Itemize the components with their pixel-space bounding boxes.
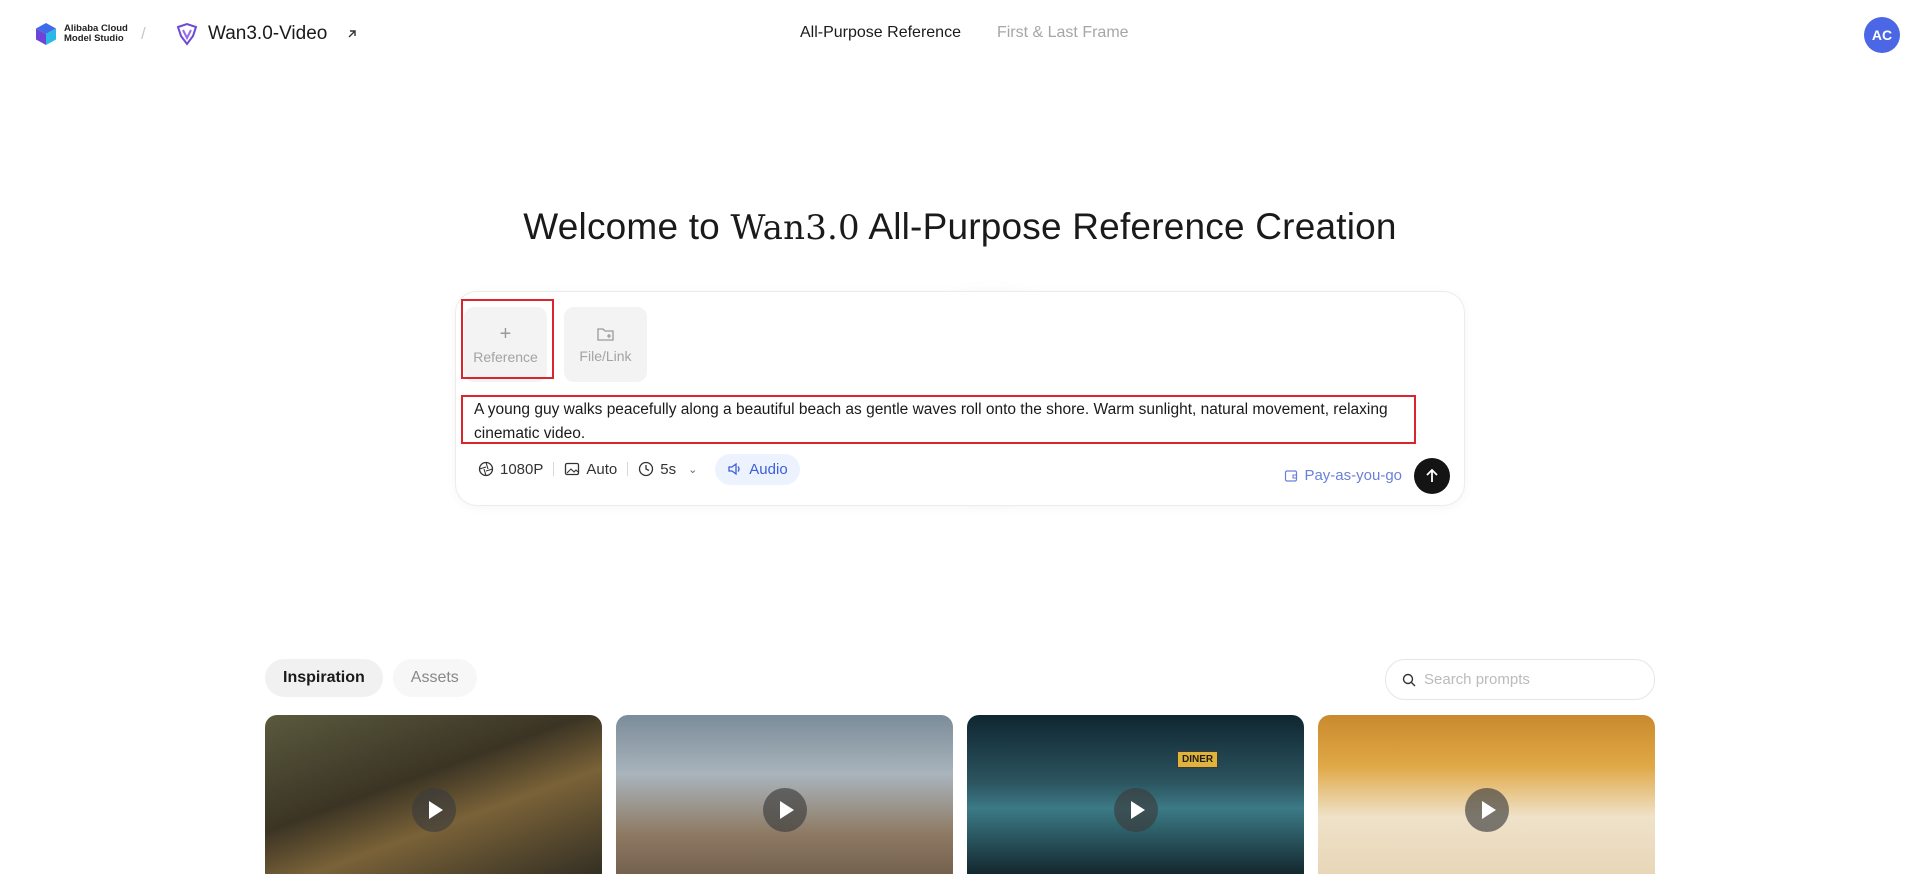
resolution-selector[interactable]: 1080P: [478, 461, 543, 478]
aperture-icon: [478, 461, 494, 477]
diner-sign: DINER: [1177, 751, 1219, 768]
play-icon[interactable]: [762, 788, 807, 832]
aspect-ratio-selector[interactable]: Auto: [564, 461, 617, 478]
page-title: Welcome to Wan3.0 All-Purpose Reference …: [0, 206, 1920, 248]
billing-mode[interactable]: Pay-as-you-go: [1284, 467, 1402, 484]
tab-assets[interactable]: Assets: [392, 659, 477, 697]
search-input[interactable]: [1424, 671, 1644, 688]
speaker-icon: [728, 462, 740, 476]
play-icon[interactable]: [1113, 788, 1158, 832]
product-name: Wan3.0-Video: [208, 23, 328, 44]
chevron-down-icon: ⌄: [688, 463, 698, 476]
top-header: Alibaba Cloud Model Studio / Wan3.0-Vide…: [0, 0, 1920, 70]
video-thumbnail[interactable]: [616, 715, 953, 874]
play-icon[interactable]: [411, 788, 456, 832]
highlight-prompt-box: [461, 395, 1416, 444]
prompt-card: + Reference File/Link A young guy walks …: [455, 291, 1465, 506]
resolution-value: 1080P: [500, 460, 544, 478]
avatar[interactable]: AC: [1864, 17, 1900, 53]
divider: [627, 462, 629, 476]
send-button[interactable]: [1414, 458, 1450, 494]
brand-label: Alibaba Cloud Model Studio: [64, 23, 128, 44]
audio-label: Audio: [749, 460, 788, 478]
tab-first-last-frame[interactable]: First & Last Frame: [997, 24, 1129, 42]
brand[interactable]: Alibaba Cloud Model Studio: [34, 22, 134, 46]
arrow-up-icon: [1426, 468, 1438, 482]
tab-inspiration[interactable]: Inspiration: [265, 659, 383, 697]
tab-all-purpose-reference[interactable]: All-Purpose Reference: [800, 24, 961, 42]
external-link-icon[interactable]: [345, 27, 359, 41]
audio-toggle[interactable]: Audio: [715, 453, 800, 485]
video-thumbnail[interactable]: DINER: [967, 715, 1304, 874]
image-icon: [565, 462, 580, 476]
wan-logo-icon: [176, 22, 198, 46]
wallet-icon: [1285, 469, 1298, 482]
play-icon[interactable]: [1464, 788, 1509, 832]
content-tabs: Inspiration Assets: [265, 659, 477, 697]
title-suffix: All-Purpose Reference Creation: [859, 206, 1397, 247]
generation-controls: 1080P Auto 5s ⌄ Audio: [478, 453, 800, 485]
product-title: Wan3.0-Video: [175, 22, 359, 46]
file-link-button[interactable]: File/Link: [564, 307, 647, 382]
video-thumbnail[interactable]: [1318, 715, 1655, 874]
alibaba-cloud-logo-icon: [36, 23, 56, 45]
inspiration-gallery: DINER: [265, 715, 1655, 874]
title-prefix: Welcome to: [523, 206, 731, 247]
duration-selector[interactable]: 5s ⌄: [638, 461, 697, 478]
title-model-name: Wan3.0: [730, 208, 860, 248]
divider: [553, 462, 555, 476]
search-box[interactable]: [1385, 659, 1655, 700]
search-icon: [1402, 673, 1416, 686]
highlight-reference-box: [461, 299, 554, 379]
breadcrumb-separator: /: [141, 24, 146, 43]
video-thumbnail[interactable]: [265, 715, 602, 874]
duration-value: 5s: [660, 460, 677, 478]
file-link-label: File/Link: [579, 347, 632, 364]
clock-icon: [639, 461, 654, 477]
mode-tabs: All-Purpose Reference First & Last Frame: [800, 24, 1129, 42]
folder-add-icon: [596, 327, 614, 341]
aspect-value: Auto: [586, 460, 618, 478]
billing-label: Pay-as-you-go: [1304, 467, 1402, 484]
